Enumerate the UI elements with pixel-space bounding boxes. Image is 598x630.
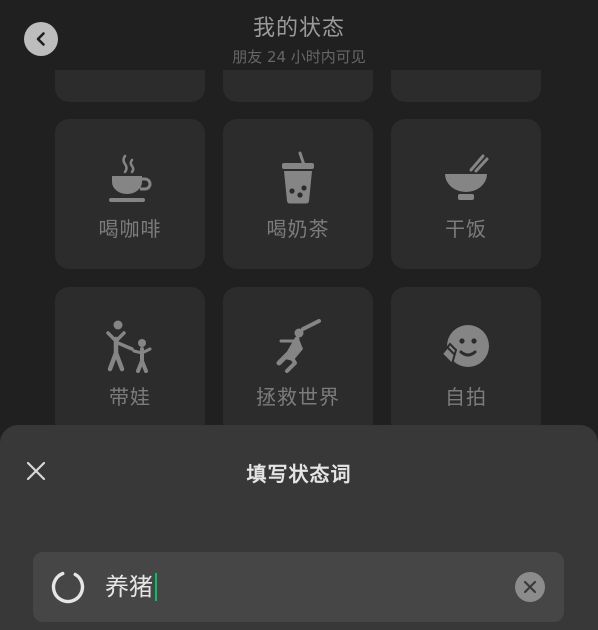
status-tile-childcare[interactable]: 带娃 — [55, 287, 205, 437]
page-title: 我的状态 — [252, 16, 345, 41]
coffee-cup-icon — [55, 151, 205, 205]
status-tile-coffee[interactable]: 喝咖啡 — [55, 119, 205, 269]
superhero-icon — [223, 319, 373, 373]
status-tile-partial[interactable] — [55, 70, 205, 102]
tile-label: 喝奶茶 — [266, 217, 330, 241]
rice-bowl-icon — [391, 151, 541, 205]
status-tile-partial[interactable] — [391, 70, 541, 102]
clear-icon — [523, 580, 537, 594]
status-tile-partial[interactable] — [223, 70, 373, 102]
loading-spinner-icon — [51, 570, 85, 604]
status-screen: 我的状态 朋友 24 小时内可见 喝咖啡 喝奶茶 干饭 带娃 拯救世界 自拍 填… — [0, 0, 598, 630]
page-subtitle: 朋友 24 小时内可见 — [232, 48, 366, 66]
input-text-row: 养猪 — [105, 570, 157, 604]
status-word-input[interactable]: 养猪 — [33, 552, 564, 622]
status-tile-selfie[interactable]: 自拍 — [391, 287, 541, 437]
clear-input-button[interactable] — [515, 572, 545, 602]
sheet-title: 填写状态词 — [246, 462, 352, 486]
parent-child-icon — [55, 319, 205, 373]
tile-label: 自拍 — [445, 385, 487, 409]
tile-label: 喝咖啡 — [98, 217, 162, 241]
status-tile-save-world[interactable]: 拯救世界 — [223, 287, 373, 437]
status-word-sheet: 填写状态词 养猪 — [0, 425, 598, 630]
status-tile-milk-tea[interactable]: 喝奶茶 — [223, 119, 373, 269]
bubble-tea-icon — [223, 151, 373, 205]
selfie-icon — [391, 319, 541, 373]
text-caret — [155, 573, 157, 601]
tile-label: 拯救世界 — [256, 385, 340, 409]
input-value: 养猪 — [105, 573, 153, 601]
tile-label: 干饭 — [445, 217, 487, 241]
status-tile-eat[interactable]: 干饭 — [391, 119, 541, 269]
tile-label: 带娃 — [109, 385, 151, 409]
